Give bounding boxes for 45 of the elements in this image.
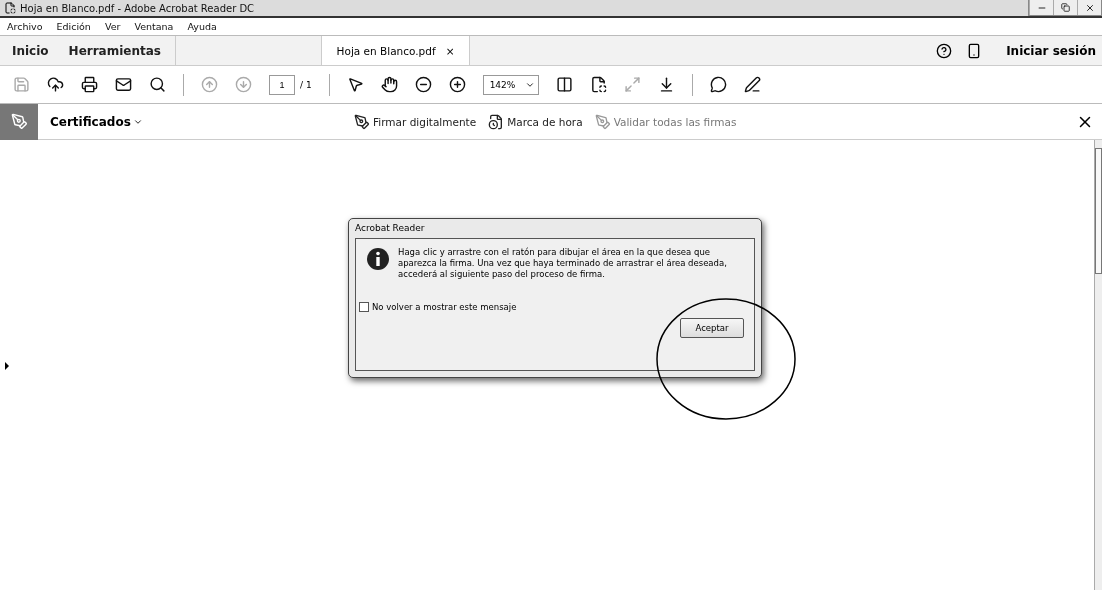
fit-page-icon[interactable]: [589, 76, 607, 93]
dont-show-checkbox[interactable]: No volver a mostrar este mensaje: [359, 302, 744, 312]
help-icon[interactable]: [936, 42, 953, 59]
panel-toggle-icon[interactable]: [5, 362, 9, 370]
hand-icon[interactable]: [380, 76, 398, 93]
pen-nib-icon: [10, 113, 28, 130]
printer-icon[interactable]: [81, 76, 98, 93]
toolbar-action[interactable]: Marca de hora: [488, 113, 583, 130]
fit-width-icon[interactable]: [555, 76, 573, 93]
certificates-tool-button[interactable]: [0, 103, 38, 140]
menu-item[interactable]: Ventana: [134, 21, 174, 32]
pen-nib-icon: [594, 113, 611, 130]
pen-icon[interactable]: [743, 76, 761, 93]
close-icon: [1084, 2, 1095, 13]
nav-tab[interactable]: Inicio: [12, 43, 49, 58]
info-icon: [366, 247, 390, 271]
toolbar-action[interactable]: Firmar digitalmente: [354, 113, 477, 130]
mail-icon[interactable]: [115, 76, 132, 93]
search-icon[interactable]: [149, 76, 166, 93]
sign-in-link[interactable]: Iniciar sesión: [1006, 43, 1096, 58]
page-total: / 1: [300, 79, 312, 90]
scrollbar[interactable]: [1094, 140, 1102, 590]
menu-item[interactable]: Ayuda: [187, 21, 217, 32]
accept-button[interactable]: Aceptar: [680, 318, 744, 338]
pen-nib-icon: [354, 113, 370, 130]
window-title: Hoja en Blanco.pdf - Adobe Acrobat Reader DC: [20, 2, 256, 14]
menu-item[interactable]: Ver: [104, 21, 121, 32]
zoom-out-icon[interactable]: [414, 76, 432, 93]
certificates-menu[interactable]: Certificados: [50, 114, 354, 129]
menu-item[interactable]: Edición: [56, 21, 91, 32]
comment-icon[interactable]: [709, 76, 727, 93]
pointer-icon[interactable]: [346, 76, 364, 93]
cloud-upload-icon[interactable]: [47, 76, 64, 93]
restore-icon: [1061, 3, 1070, 12]
document-clock-icon: [488, 113, 505, 130]
zoom-dropdown[interactable]: 142%: [482, 74, 539, 95]
dialog-title: Acrobat Reader: [355, 223, 426, 233]
close-tab-button[interactable]: ×: [445, 44, 455, 57]
menu-item[interactable]: Archivo: [7, 21, 43, 32]
dialog-message: Haga clic y arrastre con el ratón para dibujar el área en la que desea que aparezca la firma. Una vez que haya terminado de arrastrar el área deseada, accederá al siguiente paso del proceso de firma.: [398, 247, 728, 280]
app-icon: [4, 2, 16, 14]
page-number-field[interactable]: 1: [269, 74, 295, 95]
nav-tab[interactable]: Herramientas: [68, 43, 161, 58]
document-tab[interactable]: Hoja en Blanco.pdf ×: [322, 36, 470, 65]
zoom-in-icon[interactable]: [448, 76, 466, 93]
